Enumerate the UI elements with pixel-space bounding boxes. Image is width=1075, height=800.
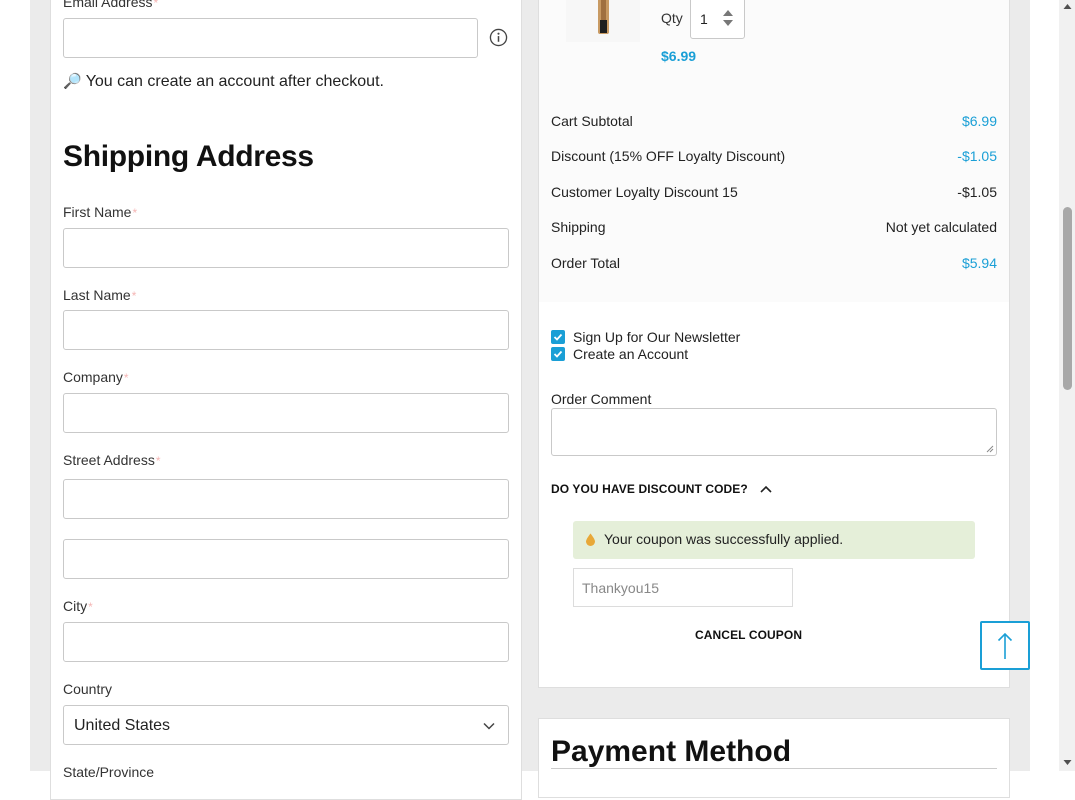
check-icon: [553, 350, 563, 358]
discount-code-toggle[interactable]: DO YOU HAVE DISCOUNT CODE?: [551, 482, 772, 496]
country-label: Country: [63, 681, 113, 697]
city-field[interactable]: [63, 622, 509, 662]
street-label: Street Address*: [63, 452, 161, 468]
qty-stepper[interactable]: 1: [690, 0, 745, 39]
street-line2-field[interactable]: [63, 539, 509, 579]
scrollbar-thumb[interactable]: [1063, 207, 1072, 390]
scroll-up-arrow-icon[interactable]: [1063, 3, 1072, 10]
summary-row-loyalty: Customer Loyalty Discount 15 -$1.05: [551, 184, 997, 200]
street-line1-field[interactable]: [63, 479, 509, 519]
city-label: City*: [63, 598, 93, 614]
first-name-field[interactable]: [63, 228, 509, 268]
email-label: Email Address*: [63, 0, 159, 10]
info-circle-icon[interactable]: [489, 28, 508, 47]
last-name-label: Last Name*: [63, 287, 137, 303]
item-price: $6.99: [661, 48, 697, 64]
spinner-arrows-icon[interactable]: [722, 9, 734, 27]
company-field[interactable]: [63, 393, 509, 433]
chevron-up-icon: [760, 485, 772, 493]
create-account-checkbox[interactable]: [551, 347, 565, 361]
first-name-label: First Name*: [63, 204, 138, 220]
resize-handle-icon[interactable]: [986, 445, 994, 453]
company-label: Company*: [63, 369, 129, 385]
scroll-down-arrow-icon[interactable]: [1063, 759, 1072, 766]
account-note: 🔎 You can create an account after checkou…: [63, 73, 384, 90]
newsletter-checkbox[interactable]: [551, 330, 565, 344]
payment-title: Payment Method: [551, 735, 792, 768]
country-select[interactable]: United States: [63, 705, 509, 745]
state-label: State/Province: [63, 764, 155, 780]
product-thumbnail[interactable]: [566, 0, 640, 42]
summary-row-shipping: Shipping Not yet calculated: [551, 219, 997, 235]
qty-label: Qty: [661, 10, 683, 26]
create-account-checkbox-row[interactable]: Create an Account: [551, 346, 688, 362]
email-field[interactable]: [63, 18, 478, 58]
cancel-coupon-button[interactable]: CANCEL COUPON: [695, 628, 802, 642]
order-comment-label: Order Comment: [551, 391, 652, 407]
coupon-code-input[interactable]: Thankyou15: [573, 568, 793, 607]
country-value: United States: [74, 717, 171, 734]
shipping-title: Shipping Address: [63, 140, 314, 173]
order-comment-field[interactable]: [551, 408, 997, 456]
last-name-field[interactable]: [63, 310, 509, 350]
newsletter-checkbox-row[interactable]: Sign Up for Our Newsletter: [551, 329, 740, 345]
summary-row-discount: Discount (15% OFF Loyalty Discount) -$1.0…: [551, 148, 997, 164]
coupon-success-message: Your coupon was successfully applied.: [573, 521, 975, 559]
chevron-down-icon: [483, 722, 495, 730]
magnifier-icon: 🔎: [63, 73, 82, 90]
arrow-up-icon: [997, 632, 1013, 659]
check-icon: [553, 333, 563, 341]
payment-divider: [551, 768, 997, 769]
droplet-icon: [586, 533, 595, 546]
qty-value: 1: [700, 11, 708, 27]
summary-row-total: Order Total $5.94: [551, 255, 997, 271]
summary-row-subtotal: Cart Subtotal $6.99: [551, 113, 997, 129]
scroll-to-top-button[interactable]: [980, 621, 1030, 670]
